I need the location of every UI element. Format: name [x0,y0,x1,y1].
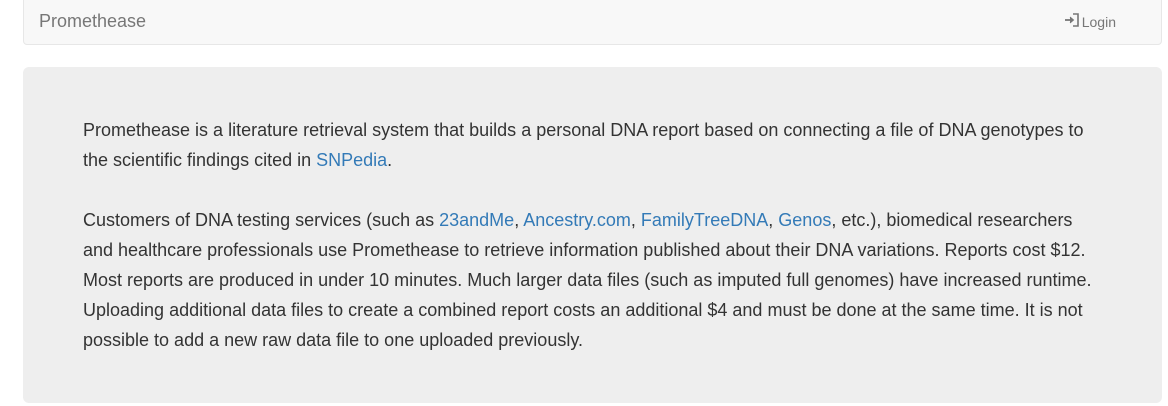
login-label: Login [1081,14,1116,30]
intro-text: Promethease is a literature retrieval sy… [83,120,1084,170]
customers-text-start: Customers of DNA testing services (such … [83,210,440,230]
top-navbar: Promethease Login [23,0,1162,45]
separator: , [768,210,779,230]
intro-paragraph: Promethease is a literature retrieval sy… [83,115,1103,175]
separator: , [630,210,641,230]
log-in-icon [1064,12,1082,32]
intro-jumbotron: Promethease is a literature retrieval sy… [23,67,1162,403]
customers-paragraph: Customers of DNA testing services (such … [83,205,1103,355]
genos-link[interactable]: Genos [778,210,831,230]
login-link[interactable]: Login [1064,12,1116,32]
customers-text-end: , etc.), biomedical researchers and heal… [83,210,1092,350]
ancestry-link[interactable]: Ancestry.com [523,210,631,230]
brand-link[interactable]: Promethease [39,11,146,31]
snpedia-link[interactable]: SNPedia [316,150,387,170]
familytreedna-link[interactable]: FamilyTreeDNA [641,210,768,230]
separator: , [514,210,524,230]
intro-text-end: . [387,150,393,170]
23andme-link[interactable]: 23andMe [439,210,514,230]
